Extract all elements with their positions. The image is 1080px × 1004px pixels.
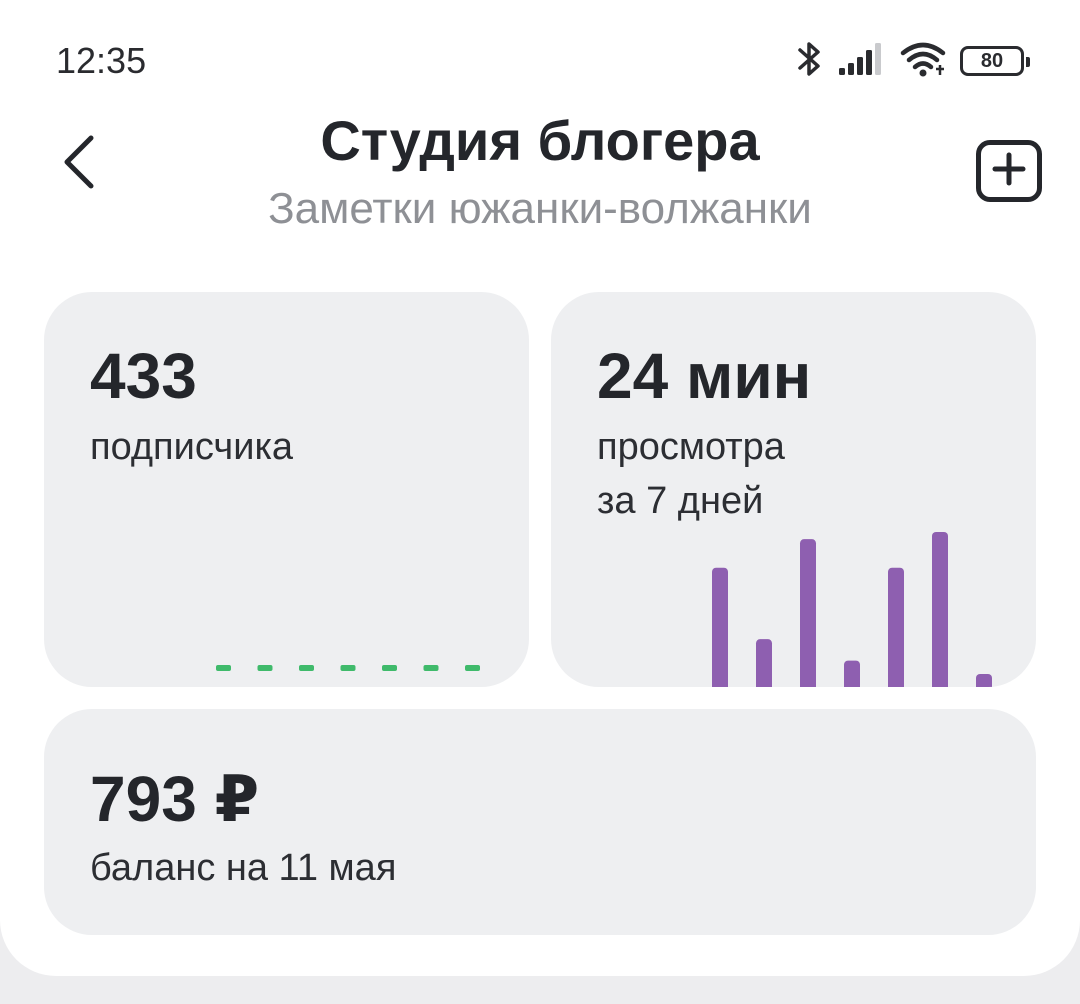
subscribers-card[interactable]: 433 подписчика <box>44 292 529 687</box>
views-bar <box>932 532 948 687</box>
views-bar <box>800 539 816 687</box>
battery-level: 80 <box>980 50 1004 72</box>
subscribers-point <box>382 665 397 671</box>
views-card[interactable]: 24 мин просмотра за 7 дней <box>551 292 1036 687</box>
screen: 12:35 80 Студия блогера Заметки южанки-в… <box>0 0 1080 976</box>
views-bar <box>756 639 772 687</box>
battery-icon: 80 <box>960 46 1030 76</box>
balance-amount: 793 ₽ <box>90 763 260 835</box>
views-bar <box>888 567 904 687</box>
subscribers-point <box>423 665 439 671</box>
subscribers-chart <box>216 665 480 671</box>
plus-icon <box>992 152 1026 191</box>
status-time: 12:35 <box>56 40 147 81</box>
subscribers-point <box>299 665 314 671</box>
add-button[interactable] <box>976 140 1042 202</box>
views-bar <box>712 567 728 687</box>
page-title: Студия блогера <box>320 109 760 172</box>
status-icons: 80 <box>796 38 1030 84</box>
signal-icon <box>838 42 886 81</box>
subscribers-point <box>465 665 480 671</box>
views-bar <box>844 660 860 687</box>
bluetooth-icon <box>796 39 824 84</box>
subscribers-point <box>257 665 273 671</box>
subscribers-point <box>340 665 356 671</box>
page-subtitle: Заметки южанки-волжанки <box>268 184 812 233</box>
balance-card[interactable]: 793 ₽ баланс на 11 мая <box>44 709 1036 935</box>
balance-label: баланс на 11 мая <box>90 847 397 889</box>
views-chart <box>712 532 992 687</box>
views-bar <box>976 674 992 687</box>
subscribers-point <box>216 665 231 671</box>
wifi-icon <box>900 41 946 82</box>
